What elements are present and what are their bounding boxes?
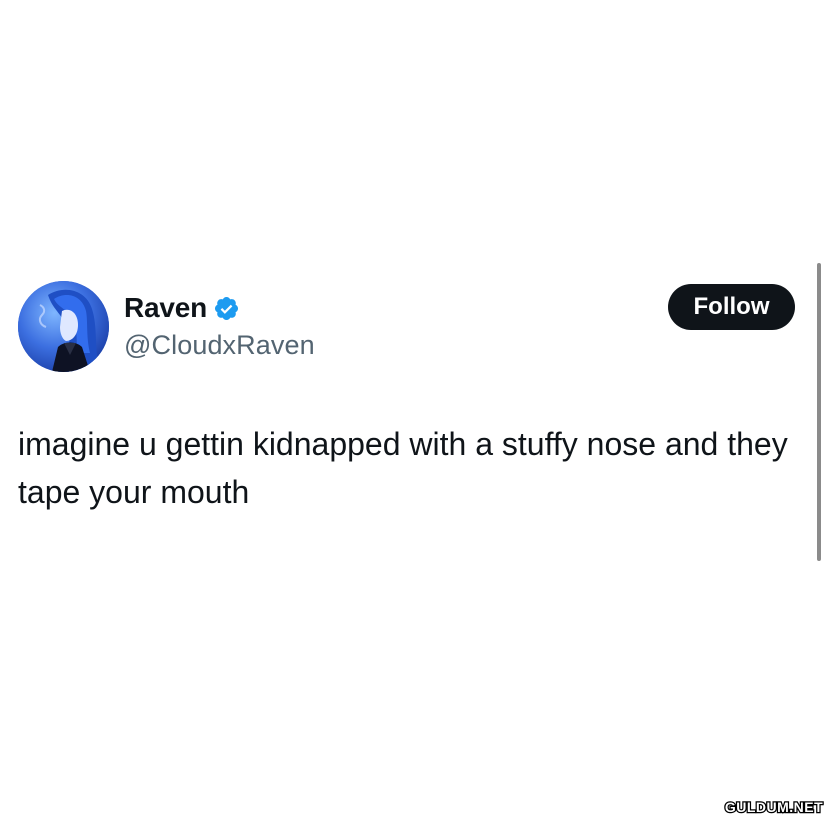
tweet-text: imagine u gettin kidnapped with a stuffy… [18,426,788,510]
tweet-card: Raven @CloudxRaven Follow imagine u gett… [0,0,828,818]
watermark-logo: GULDUM.NET [724,798,824,817]
author-row: Raven [124,290,240,326]
scrollbar[interactable] [817,263,821,561]
svg-text:GULDUM.NET: GULDUM.NET [725,799,823,815]
avatar-image [18,281,109,372]
avatar[interactable] [18,281,109,372]
verified-badge-icon [213,295,240,322]
follow-button[interactable]: Follow [668,284,795,330]
user-handle[interactable]: @CloudxRaven [124,330,315,361]
display-name[interactable]: Raven [124,292,207,324]
